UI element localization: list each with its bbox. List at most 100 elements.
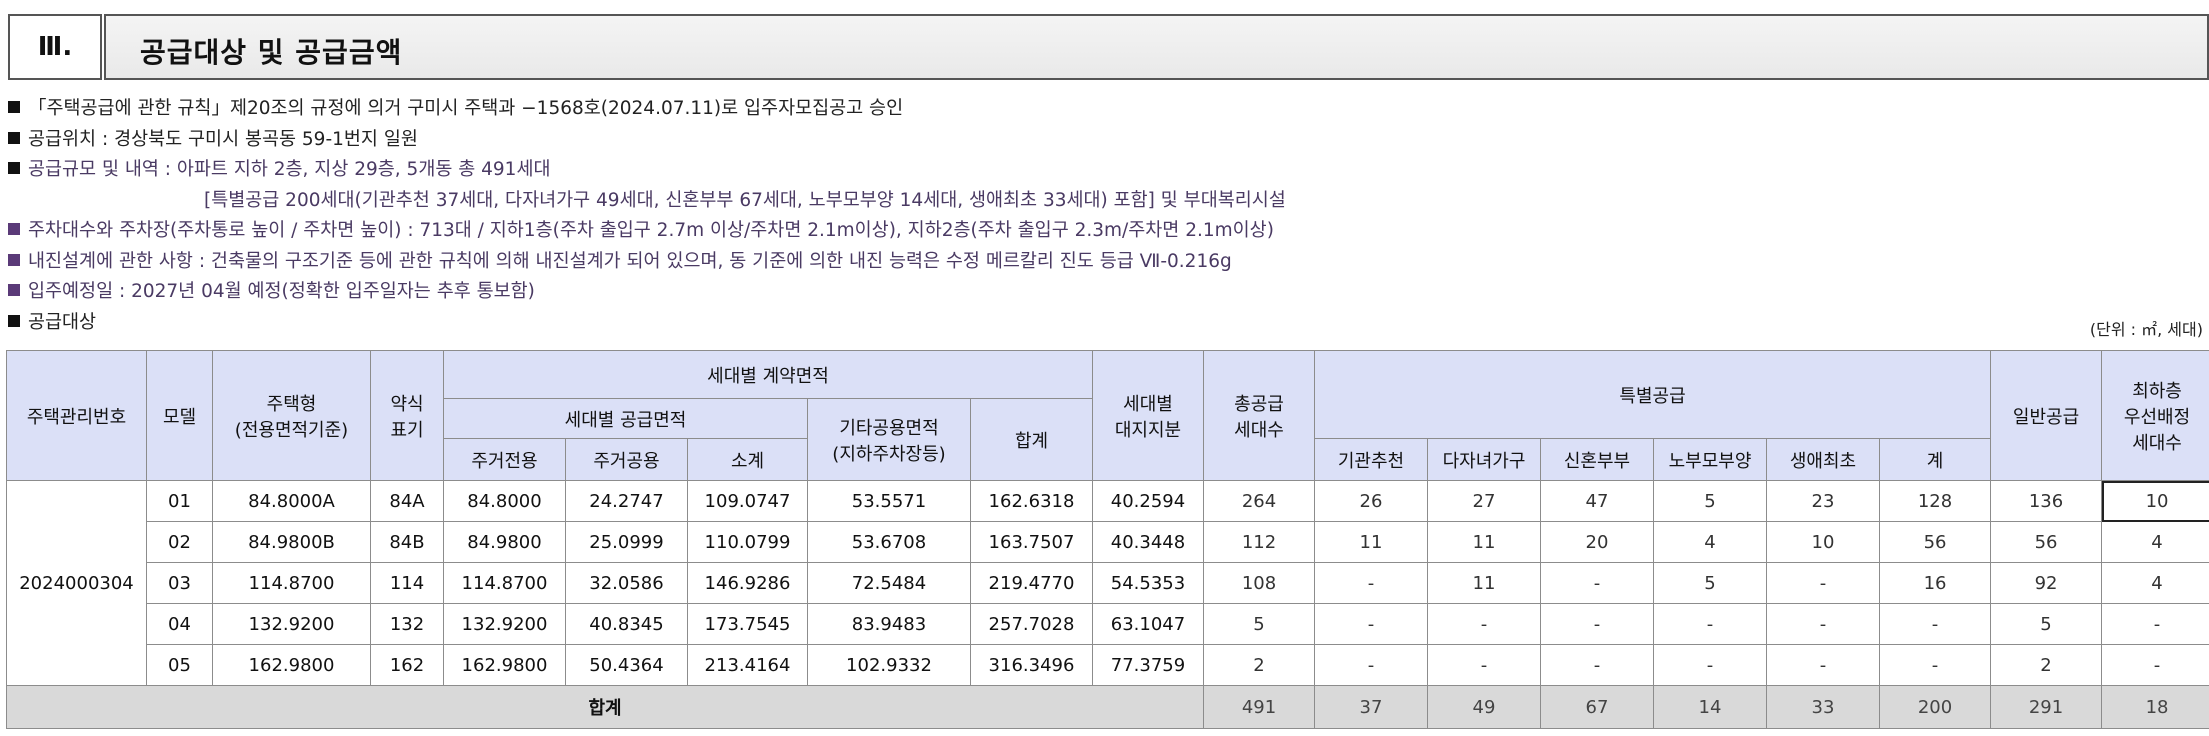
square-bullet-icon (8, 314, 20, 327)
header-abbr: 약식 표기 (370, 350, 444, 481)
exclusive-cell: 162.9800 (443, 644, 566, 686)
special-sum-cell: 128 (1878, 480, 1992, 522)
lowfloor-cell: - (2101, 644, 2209, 686)
bullet-location: 공급위치 : 경상북도 구미시 봉곡동 59-1번지 일원 (8, 125, 2198, 156)
section-title-bar: 공급대상 및 공급금액 (104, 14, 2209, 80)
subtotal-cell: 146.9286 (687, 562, 808, 604)
firsttime-cell: 10 (1766, 521, 1880, 563)
institution-total: 37 (1314, 685, 1428, 729)
square-bullet-icon (8, 162, 20, 174)
type-cell: 114.8700 (212, 562, 371, 604)
newlywed-cell: - (1540, 562, 1654, 604)
abbr-cell: 132 (370, 603, 444, 645)
subtotal-cell: 109.0747 (687, 480, 808, 522)
total-cell: 108 (1203, 562, 1315, 604)
header-supply-area: 세대별 공급면적 (443, 398, 808, 439)
model-cell: 05 (146, 644, 213, 686)
totals-row: 합계 491 37 49 67 14 33 200 291 18 (6, 685, 2209, 729)
special-sum-cell: 16 (1878, 562, 1992, 604)
land-cell: 54.5353 (1092, 562, 1204, 604)
type-cell: 162.9800 (212, 644, 371, 686)
square-bullet-icon (8, 284, 20, 296)
newlywed-cell: 47 (1540, 480, 1654, 522)
firsttime-cell: - (1766, 603, 1880, 645)
header-multichild: 다자녀가구 (1427, 438, 1541, 481)
elderly-cell: - (1653, 603, 1767, 645)
sum-cell: 163.7507 (970, 521, 1093, 563)
special-sum-cell: - (1878, 603, 1992, 645)
multichild-cell: - (1427, 644, 1541, 686)
multichild-total: 49 (1427, 685, 1541, 729)
header-elderly: 노부모부양 (1653, 438, 1767, 481)
bullet-scale-detail: [특별공급 200세대(기관추천 37세대, 다자녀가구 49세대, 신혼부부 … (204, 189, 1286, 211)
firsttime-cell: - (1766, 562, 1880, 604)
type-cell: 132.9200 (212, 603, 371, 645)
general-total: 291 (1990, 685, 2103, 729)
land-cell: 40.2594 (1092, 480, 1204, 522)
newlywed-total: 67 (1540, 685, 1654, 729)
bullet-approval: 「주택공급에 관한 규칙」제20조의 규정에 의거 구미시 주택과 −1568호… (8, 94, 2198, 125)
section-header: Ⅲ. 공급대상 및 공급금액 (8, 14, 2209, 84)
bullet-move-in: 입주예정일 : 2027년 04월 예정(정확한 입주일자는 추후 통보함) (8, 277, 2198, 308)
multichild-cell: 27 (1427, 480, 1541, 522)
general-cell: 136 (1990, 480, 2103, 522)
square-bullet-icon (8, 101, 20, 113)
table-row: 05 162.9800 162 162.9800 50.4364 213.416… (7, 644, 2209, 686)
general-cell: 56 (1990, 521, 2103, 563)
firsttime-cell: 23 (1766, 480, 1880, 522)
sum-cell: 162.6318 (970, 480, 1093, 522)
table-row: 02 84.9800B 84B 84.9800 25.0999 110.0799… (7, 521, 2209, 563)
bullet-scale: 공급규모 및 내역 : 아파트 지하 2층, 지상 29층, 5개동 총 491… (8, 155, 2198, 186)
firsttime-total: 33 (1766, 685, 1880, 729)
elderly-cell: 4 (1653, 521, 1767, 563)
section-title: 공급대상 및 공급금액 (140, 36, 403, 69)
common-cell: 25.0999 (565, 521, 688, 563)
header-mgmt-no: 주택관리번호 (6, 350, 147, 481)
special-sum-total: 200 (1878, 685, 1992, 729)
supply-table: 주택관리번호 모델 주택형 (전용면적기준) 약식 표기 세대별 계약면적 세대별 대… (6, 350, 2209, 729)
abbr-cell: 84A (370, 480, 444, 522)
newlywed-cell: 20 (1540, 521, 1654, 563)
elderly-total: 14 (1653, 685, 1767, 729)
header-special-sum: 계 (1878, 438, 1992, 481)
lowfloor-cell: 10 (2101, 480, 2209, 522)
special-sum-cell: - (1878, 644, 1992, 686)
section-number: Ⅲ. (8, 14, 102, 80)
land-cell: 40.3448 (1092, 521, 1204, 563)
header-general-supply: 일반공급 (1990, 350, 2103, 481)
general-cell: 92 (1990, 562, 2103, 604)
model-cell: 01 (146, 480, 213, 522)
other-cell: 72.5484 (807, 562, 971, 604)
newlywed-cell: - (1540, 644, 1654, 686)
multichild-cell: 11 (1427, 562, 1541, 604)
lowfloor-total: 18 (2101, 685, 2209, 729)
other-cell: 102.9332 (807, 644, 971, 686)
bullet-parking: 주차대수와 주차장(주차통로 높이 / 주차면 높이) : 713대 / 지하1… (8, 216, 2198, 247)
header-lowfloor: 최하층 우선배정 세대수 (2101, 350, 2209, 481)
exclusive-cell: 132.9200 (443, 603, 566, 645)
lowfloor-cell: 4 (2101, 562, 2209, 604)
multichild-cell: - (1427, 603, 1541, 645)
subtotal-cell: 173.7545 (687, 603, 808, 645)
abbr-cell: 162 (370, 644, 444, 686)
table-row: 2024000304 01 84.8000A 84A 84.8000 24.27… (6, 480, 2209, 686)
elderly-cell: 5 (1653, 562, 1767, 604)
exclusive-cell: 114.8700 (443, 562, 566, 604)
model-cell: 04 (146, 603, 213, 645)
unit-note: (단위 : ㎡, 세대) (2089, 320, 2203, 339)
exclusive-cell: 84.8000 (443, 480, 566, 522)
elderly-cell: - (1653, 644, 1767, 686)
elderly-cell: 5 (1653, 480, 1767, 522)
total-cell: 112 (1203, 521, 1315, 563)
header-land-share: 세대별 대지지분 (1092, 350, 1204, 481)
total-cell: 264 (1203, 480, 1315, 522)
bullet-supply-target: 공급대상 (8, 308, 2198, 339)
institution-cell: 11 (1314, 521, 1428, 563)
header-institution: 기관추천 (1314, 438, 1428, 481)
common-cell: 32.0586 (565, 562, 688, 604)
type-cell: 84.8000A (212, 480, 371, 522)
header-area-sum: 합계 (970, 398, 1093, 481)
header-model: 모델 (146, 350, 213, 481)
common-cell: 50.4364 (565, 644, 688, 686)
institution-cell: - (1314, 562, 1428, 604)
